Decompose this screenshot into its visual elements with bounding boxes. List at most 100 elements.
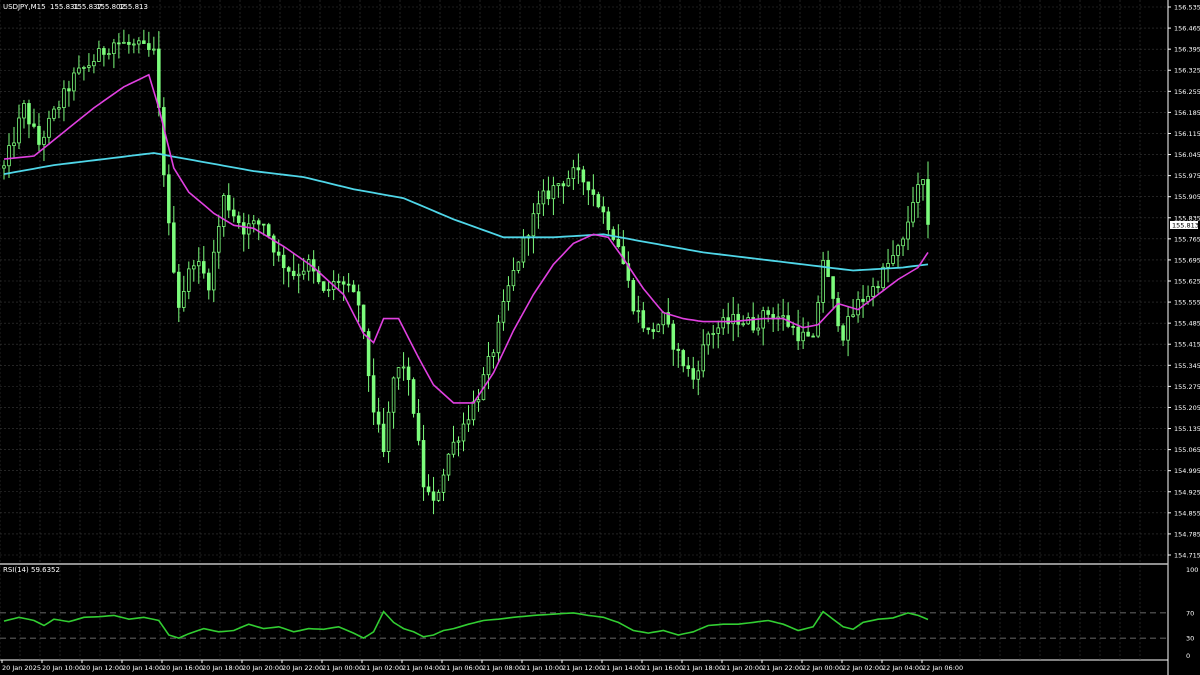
candle-body [12,142,16,146]
candle-body [571,167,576,179]
candle-body [276,251,281,256]
time-tick-label: 20 Jan 14:00 [122,664,163,672]
candle-body [127,41,131,45]
candle-body [846,316,850,341]
candle-body [556,183,561,187]
candle-body [182,290,186,308]
candle-body [401,366,406,369]
candle-body [147,43,151,50]
candle-body [616,239,621,248]
candle-body [321,281,326,291]
candle-body [646,327,651,330]
price-tick-label: 155.065 [1174,446,1200,454]
candle-body [416,413,421,441]
rsi-grid [0,566,1168,660]
candle-body [231,209,236,217]
candle-body [426,486,431,493]
candle-body [381,423,386,452]
price-tick-label: 155.975 [1174,172,1200,180]
price-tick-label: 155.625 [1174,278,1200,286]
price-tick-label: 155.555 [1174,299,1200,307]
price-tick-label: 156.185 [1174,109,1200,117]
time-tick-label: 22 Jan 02:00 [842,664,883,672]
rsi-name: RSI(14) [3,566,29,574]
candle-body [921,179,925,186]
candle-body [726,317,730,325]
time-tick-label: 21 Jan 16:00 [642,664,683,672]
candle-body [636,310,641,313]
grid [0,0,1168,564]
candle-body [52,108,56,119]
candle-body [511,270,516,287]
candle-body [701,344,706,372]
symbol-label: USDJPY,M15 [3,3,46,11]
candle-body [301,270,306,275]
candle-body [386,411,391,452]
time-tick-label: 21 Jan 00:00 [322,664,363,672]
candle-body [566,178,571,187]
candle-body [226,195,231,211]
time-tick-label: 21 Jan 06:00 [442,664,483,672]
candle-body [551,185,556,200]
candle-body [152,48,156,51]
candle-body [162,107,166,176]
candle-body [256,220,261,225]
price-tick-label: 155.275 [1174,383,1200,391]
candle-body [411,379,416,414]
candle-body [601,206,606,213]
candle-body [431,491,436,501]
price-tick-label: 155.485 [1174,320,1200,328]
rsi-tick-label: 30 [1186,635,1194,643]
time-tick-label: 21 Jan 20:00 [722,664,763,672]
time-tick-label: 20 Jan 12:00 [82,664,123,672]
price-tick-label: 156.325 [1174,67,1200,75]
rsi-line [3,610,929,640]
candles [2,29,930,515]
candle-body [491,352,496,357]
candle-body [356,291,361,306]
candle-body [591,189,596,195]
rsi-tick-label: 70 [1186,609,1194,617]
candle-body [841,325,845,341]
candle-body [766,310,770,315]
candle-body [241,222,246,235]
time-tick-label: 21 Jan 12:00 [562,664,603,672]
rsi-tick-label: 100 [1186,566,1198,574]
time-tick-label: 21 Jan 10:00 [522,664,563,672]
candle-body [456,440,461,443]
candle-body [336,281,341,283]
candle-body [711,333,716,335]
candle-body [251,220,256,225]
candle-body [476,399,481,403]
candle-body [471,401,476,421]
candle-body [291,270,296,277]
candle-body [596,194,601,208]
candle-body [42,136,46,145]
price-tick-label: 154.995 [1174,467,1200,475]
rsi-tick-label: 0 [1186,652,1190,660]
candle-body [916,184,920,203]
candle-body [521,237,526,263]
candle-body [901,238,905,247]
candle-body [326,289,331,292]
time-tick-label: 20 Jan 2025 [2,664,41,672]
price-tick-label: 154.855 [1174,509,1200,517]
candle-body [82,66,86,69]
candle-body [376,411,381,425]
candle-body [691,368,696,380]
price-tick-label: 154.715 [1174,551,1200,559]
candle-body [851,314,855,317]
current-price-label: 155.813 [1172,222,1199,230]
candle-body [496,321,501,354]
candle-body [906,221,910,240]
candle-body [561,183,566,187]
candle-body [77,67,81,74]
candle-body [611,229,616,240]
ma-slow-line [3,152,929,272]
time-tick-label: 21 Jan 02:00 [362,664,403,672]
candle-body [7,145,11,167]
candle-body [516,261,521,271]
price-tick-label: 155.135 [1174,425,1200,433]
candle-body [501,301,506,323]
candle-body [686,365,691,369]
